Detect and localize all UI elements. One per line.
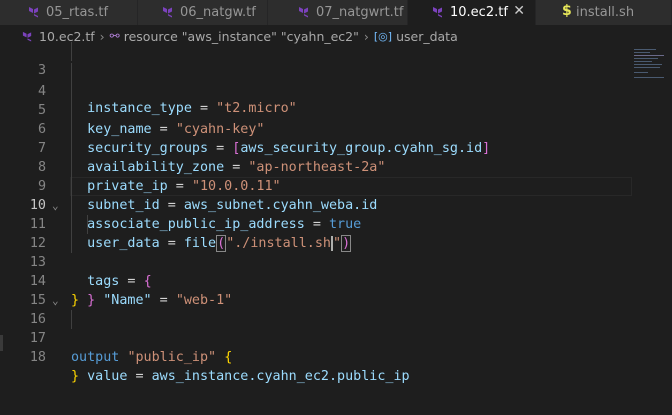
code-line[interactable]: 15 — [0, 272, 630, 308]
tab-label: 10.ec2.tf — [450, 5, 508, 20]
editor-tab-bar: 05_rtas.tf 06_natgw.tf 07_natgwrt.tf 10.… — [0, 0, 672, 25]
indent-guide — [71, 158, 72, 177]
line-number: 18 — [29, 350, 46, 365]
tab-label: 05_rtas.tf — [46, 5, 109, 20]
indent-guide — [71, 101, 72, 120]
indent-guide — [71, 234, 72, 253]
code-line[interactable]: 11 ⌄ tags = { — [0, 196, 630, 289]
indent-guide — [87, 215, 88, 234]
indent-guide — [71, 120, 72, 139]
code-line[interactable]: 8 subnet_id = aws_subnet.cyahn_weba.id — [0, 139, 630, 213]
terraform-icon — [299, 7, 308, 18]
indent-guide — [71, 177, 72, 196]
tab-label: install.sh — [576, 5, 635, 20]
code-line-current[interactable]: 10 user_data = file("./install.sh ") — [0, 177, 630, 252]
minimap-line — [634, 52, 650, 53]
scroll-indicator — [0, 335, 3, 351]
minimap-line — [634, 72, 648, 73]
indent-guide — [71, 42, 72, 61]
code-editor[interactable]: 3 instance_type = "t2.micro" 4 key_name … — [0, 42, 672, 415]
token-string: "public_ip" — [127, 350, 217, 365]
minimap[interactable] — [630, 47, 672, 107]
resource-icon: ⚯ — [109, 29, 120, 43]
indent-guide — [71, 82, 72, 101]
token-keyword: output — [71, 350, 120, 365]
token-operator: = — [127, 369, 152, 384]
code-text: } — [71, 367, 79, 386]
indent-guide — [71, 215, 72, 234]
minimap-line — [634, 64, 662, 65]
token-reference: aws_instance.cyahn_ec2.public_ip — [151, 369, 410, 384]
token-bracket: } — [71, 369, 80, 384]
code-line[interactable]: 17 value = aws_instance.cyahn_ec2.public… — [0, 310, 630, 384]
chevron-down-icon[interactable]: ⌄ — [52, 291, 59, 310]
terraform-icon — [433, 7, 442, 18]
tab-install-sh[interactable]: $ install.sh — [536, 0, 672, 25]
property-icon: [◎] — [373, 29, 393, 43]
code-line[interactable]: 6 availability_zone = "ap-northeast-2a" — [0, 101, 630, 175]
code-line[interactable]: 4 key_name = "cyahn-key" — [0, 63, 630, 137]
minimap-line — [634, 55, 664, 56]
terraform-icon — [163, 7, 172, 18]
code-line[interactable]: 7 private_ip = "10.0.0.11" — [0, 120, 630, 194]
minimap-line — [634, 49, 656, 50]
code-line[interactable]: 5 security_groups = [aws_security_group.… — [0, 82, 630, 156]
code-text: output "public_ip" { — [71, 348, 232, 367]
indent-guide — [71, 63, 72, 82]
terraform-icon — [22, 31, 32, 42]
close-icon[interactable]: ✕ — [513, 3, 525, 19]
indent-guide — [71, 310, 72, 329]
minimap-line — [634, 58, 658, 59]
minimap-line — [634, 77, 664, 78]
tab-10-ec2[interactable]: 10.ec2.tf ✕ — [408, 0, 536, 25]
code-line[interactable]: 14 } — [0, 253, 630, 308]
token-bracket: { — [224, 350, 233, 365]
token-property: value — [87, 369, 128, 384]
tab-label: 07_natgwrt.tf — [316, 5, 404, 20]
code-line[interactable]: 13 } — [0, 234, 630, 308]
shell-dollar-icon: $ — [562, 3, 572, 19]
minimap-line — [634, 61, 652, 62]
code-line[interactable]: 16 ⌄ output "public_ip" { — [0, 291, 630, 365]
indent-guide — [71, 196, 72, 215]
code-text: value = aws_instance.cyahn_ec2.public_ip — [71, 367, 410, 386]
chevron-down-icon[interactable]: ⌄ — [52, 196, 59, 215]
tab-05-rtas[interactable]: 05_rtas.tf — [0, 0, 138, 25]
terraform-icon — [29, 7, 38, 18]
tab-label: 06_natgw.tf — [180, 5, 256, 20]
tab-06-natgw[interactable]: 06_natgw.tf — [138, 0, 268, 25]
minimap-line — [634, 67, 660, 68]
code-line[interactable]: 9 associate_public_ip_address = true — [0, 158, 630, 232]
indent-guide — [71, 139, 72, 158]
code-line[interactable]: 3 instance_type = "t2.micro" — [0, 42, 630, 116]
tab-07-natgwrt[interactable]: 07_natgwrt.tf — [268, 0, 408, 25]
code-line[interactable]: 12 "Name" = "web-1" — [0, 215, 630, 308]
code-line[interactable]: 18 } — [0, 329, 630, 384]
